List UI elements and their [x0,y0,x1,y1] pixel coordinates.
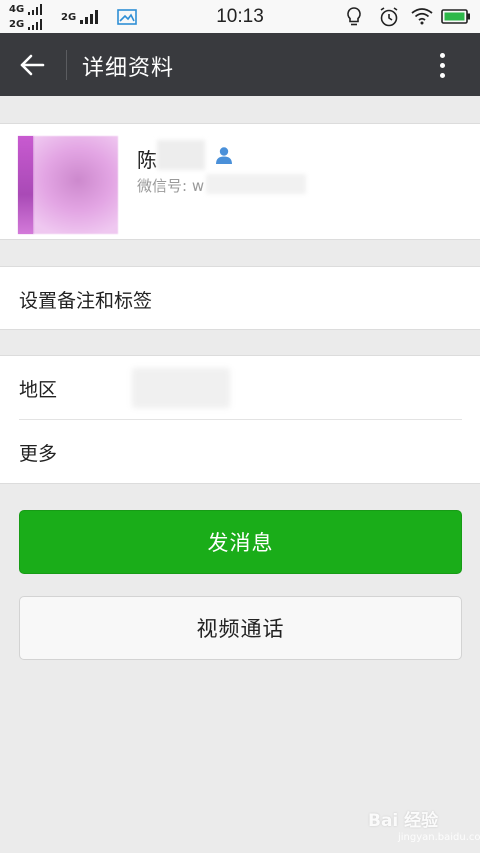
status-bar: 4G 2G 2G 10:13 [0,0,480,33]
remark-tags-label: 设置备注和标签 [19,290,153,312]
vertical-dots-icon [439,52,445,58]
wechat-id-redaction [206,174,306,194]
status-clock: 10:13 [216,6,264,27]
person-icon [216,147,232,164]
region-value-redaction [132,368,230,408]
lightbulb-icon [347,7,361,26]
page-title: 详细资料 [82,56,175,81]
arrow-left-icon [20,54,45,76]
send-message-button[interactable]: 发消息 [19,510,462,574]
baidu-watermark: Bai 经验 [368,811,439,831]
app-bar: 详细资料 [0,33,480,96]
region-row[interactable]: 地区 [0,356,480,420]
appbar-divider [66,50,67,80]
more-label: 更多 [19,443,58,465]
remark-group: 设置备注和标签 [0,266,480,330]
avatar-edge [18,136,33,234]
alarm-icon [380,7,398,27]
wechat-id: 微信号: w [137,177,205,195]
contact-name: 陈 [137,148,157,172]
more-row[interactable]: 更多 [0,420,480,484]
battery-icon [441,9,470,24]
avatar[interactable] [18,136,118,234]
wifi-icon [411,8,433,25]
name-redaction [157,140,205,170]
video-call-button[interactable]: 视频通话 [19,596,462,660]
remark-tags-row[interactable]: 设置备注和标签 [0,267,480,331]
baidu-watermark-url: jingyan.baidu.com [398,832,480,843]
back-button[interactable] [12,47,52,83]
info-group: 地区 更多 [0,355,480,484]
region-label: 地区 [19,379,58,401]
more-options-button[interactable] [428,47,456,83]
